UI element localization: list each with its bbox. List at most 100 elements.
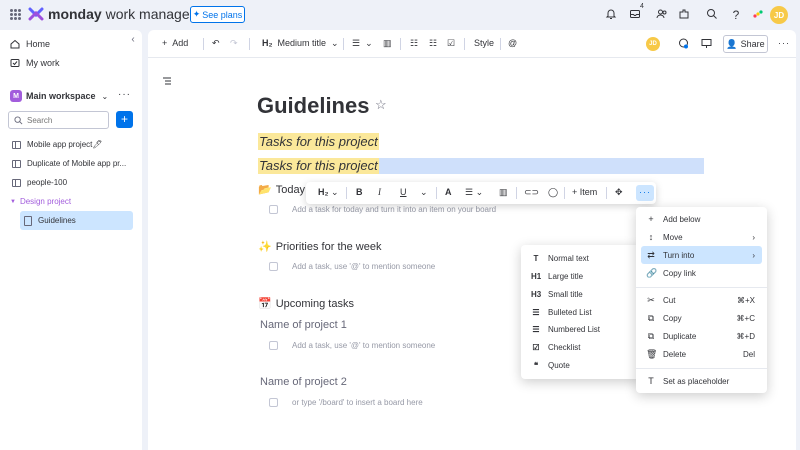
add-block-button[interactable]: + Add (162, 38, 188, 48)
people-icon[interactable] (655, 8, 669, 22)
comments-icon[interactable] (678, 38, 689, 51)
more-options-icon[interactable]: ··· (778, 38, 790, 48)
sidebar-item-home[interactable]: Home (10, 39, 50, 49)
italic-icon[interactable]: I (378, 187, 381, 197)
link-icon[interactable]: ⊂⊃ (524, 187, 539, 198)
trash-icon: 🗑 (646, 349, 658, 359)
task-row[interactable]: or type '/board' to insert a board here (269, 398, 423, 407)
add-item-button[interactable]: + (116, 111, 133, 128)
share-button[interactable]: 👤 Share (723, 35, 768, 53)
workspace-selector[interactable]: M Main workspace ⌄ (10, 90, 108, 102)
redo-icon[interactable]: ↷ (230, 38, 238, 49)
doc-title[interactable]: Guidelines (257, 93, 369, 119)
sidebar-search[interactable] (8, 111, 109, 129)
mention-icon[interactable]: @ (508, 38, 517, 48)
collaborator-avatar[interactable]: JD (646, 37, 660, 51)
menu-item-bulleted-list[interactable]: ☰ Bulleted List (531, 308, 591, 317)
toolbar-divider (436, 187, 437, 199)
menu-item-small-title[interactable]: H3 Small title (531, 290, 583, 299)
workspace-more-icon[interactable]: ··· (118, 89, 131, 100)
apps-puzzle-icon[interactable] (677, 8, 691, 22)
sidebar-board-item[interactable]: people-100 (12, 178, 67, 187)
task-checkbox[interactable] (269, 262, 278, 271)
outline-icon[interactable] (162, 76, 172, 89)
monday-apps-icon[interactable] (751, 8, 765, 22)
comment-icon[interactable]: ◯ (548, 187, 558, 198)
scissors-icon: ✂ (647, 295, 655, 305)
folder-emoji-icon: 📂 (258, 184, 272, 196)
section-heading-upcoming[interactable]: 📅 Upcoming tasks (258, 297, 354, 311)
align-dropdown[interactable]: ☰ ⌄ (352, 38, 373, 49)
sidebar-item-my-work[interactable]: My work (10, 58, 60, 68)
menu-item-normal-text[interactable]: T Normal text (531, 254, 589, 263)
heading-style-dropdown[interactable]: H₂ Medium title ⌄ (262, 38, 339, 49)
bold-icon[interactable]: B (356, 187, 363, 197)
menu-item-checklist[interactable]: ☑ Checklist (531, 343, 580, 352)
task-checkbox[interactable] (269, 398, 278, 407)
user-avatar[interactable]: JD (770, 6, 788, 24)
calendar-emoji-icon: 📅 (258, 298, 272, 310)
task-checkbox[interactable] (269, 205, 278, 214)
underline-icon[interactable]: U (400, 187, 407, 197)
project-heading[interactable]: Name of project 1 (260, 319, 347, 331)
undo-icon[interactable]: ↶ (212, 38, 220, 49)
selected-highlighted-heading[interactable]: Tasks for this project (258, 158, 379, 174)
star-icon[interactable]: ☆ (375, 97, 387, 113)
menu-item-turn-into[interactable]: ⇄ Turn into › (646, 250, 759, 261)
numbered-list-icon[interactable]: ☷ (429, 38, 437, 49)
checklist-icon[interactable]: ☑ (447, 38, 455, 49)
task-checkbox[interactable] (269, 341, 278, 350)
numbered-list-icon: ☰ (532, 325, 540, 334)
shortcut-label: ⌘+D (736, 332, 755, 341)
toolbar-divider (343, 38, 344, 50)
menu-item-set-as-placeholder[interactable]: T Set as placeholder (646, 376, 759, 386)
apps-grid-icon[interactable] (10, 9, 21, 20)
menu-item-quote[interactable]: ❝ Quote (531, 361, 570, 370)
style-button[interactable]: Style (474, 38, 494, 48)
plus-icon: + (648, 214, 654, 224)
search-icon[interactable] (705, 8, 719, 22)
inbox-icon[interactable] (628, 8, 642, 22)
sidebar-board-item[interactable]: Duplicate of Mobile app pr... (12, 159, 126, 168)
project-heading[interactable]: Name of project 2 (260, 376, 347, 388)
sidebar-board-item[interactable]: Mobile app project🖊 (12, 140, 103, 149)
menu-item-copy[interactable]: ⧉ Copy ⌘+C (646, 313, 759, 324)
menu-item-large-title[interactable]: H1 Large title (531, 272, 583, 281)
highlighted-heading[interactable]: Tasks for this project (258, 133, 379, 150)
block-more-options-icon[interactable]: ··· (636, 185, 654, 201)
sidebar-search-input[interactable] (27, 115, 107, 125)
menu-item-duplicate[interactable]: ⧉ Duplicate ⌘+D (646, 331, 759, 342)
help-icon[interactable]: ? (729, 8, 743, 22)
sidebar-folder-design-project[interactable]: ▼ Design project (10, 197, 71, 206)
section-heading-priorities[interactable]: ✨ Priorities for the week (258, 240, 381, 254)
see-plans-button[interactable]: ✦ See plans (190, 6, 245, 23)
text-color-icon[interactable]: A (445, 187, 452, 197)
task-row[interactable]: Add a task for today and turn it into an… (269, 205, 496, 214)
align-dropdown[interactable]: ☰ ⌄ (465, 187, 483, 198)
task-row[interactable]: Add a task, use '@' to mention someone (269, 341, 435, 350)
menu-item-copy-link[interactable]: 🔗 Copy link (646, 268, 759, 279)
menu-item-numbered-list[interactable]: ☰ Numbered List (531, 325, 600, 334)
placeholder-icon: T (648, 376, 654, 386)
menu-item-cut[interactable]: ✂ Cut ⌘+X (646, 295, 759, 306)
heading-1-icon: H1 (531, 272, 542, 281)
bell-icon[interactable] (604, 8, 618, 22)
sidebar-doc-guidelines[interactable]: Guidelines (20, 211, 133, 230)
chevron-right-icon: › (752, 251, 755, 260)
heading-level-dropdown[interactable]: H₂ ⌄ (318, 187, 339, 198)
collapse-sidebar-chevron-icon[interactable]: ‹ (125, 32, 141, 48)
more-text-styles-chevron-icon[interactable]: ⌄ (420, 187, 428, 198)
section-heading-today[interactable]: 📂 Today (258, 183, 305, 197)
columns-icon[interactable]: ▥ (383, 38, 392, 49)
task-row[interactable]: Add a task, use '@' to mention someone (269, 262, 435, 271)
apps-puzzle-icon[interactable]: ✥ (615, 187, 623, 198)
menu-item-add-below[interactable]: + Add below (646, 214, 759, 224)
columns-icon[interactable]: ▥ (499, 187, 508, 198)
menu-item-delete[interactable]: 🗑 Delete Del (646, 349, 759, 360)
present-icon[interactable] (701, 38, 712, 51)
convert-to-item-button[interactable]: + Item (572, 187, 597, 197)
toolbar-divider (346, 187, 347, 199)
top-bar: monday work management ✦ See plans 4 ? J… (0, 0, 800, 30)
bulleted-list-icon[interactable]: ☷ (410, 38, 418, 49)
menu-item-move[interactable]: ↕ Move › (646, 232, 759, 242)
